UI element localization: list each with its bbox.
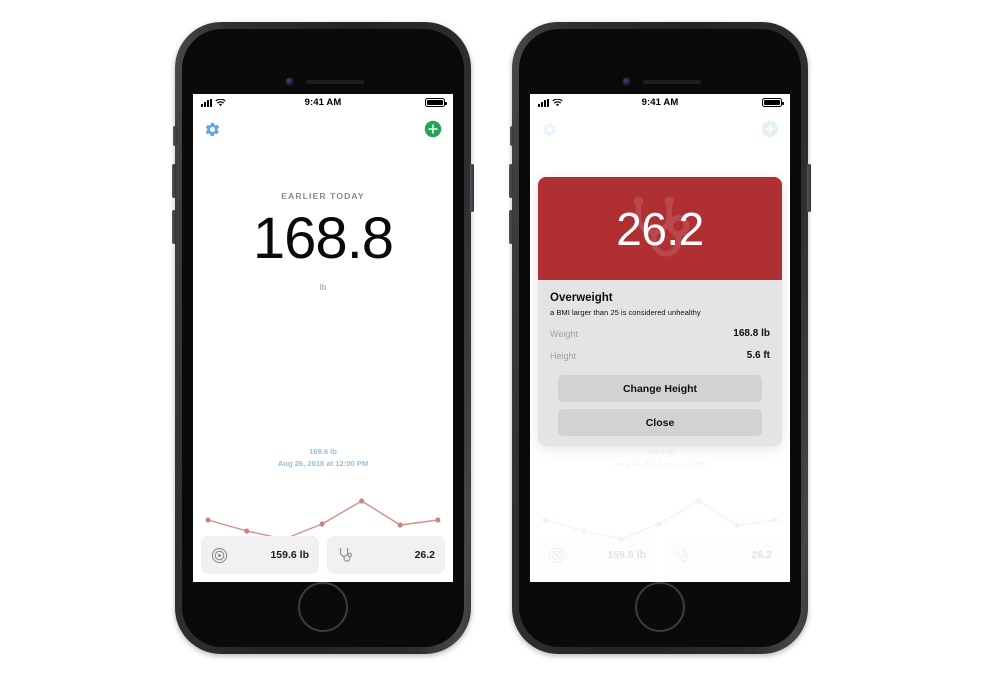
bmi-detail-modal: 26.2 Overweight a BMI larger than 25 is … xyxy=(538,177,782,446)
home-button[interactable] xyxy=(635,582,685,632)
height-row-value: 5.6 ft xyxy=(746,350,770,361)
weight-row-value: 168.8 lb xyxy=(733,328,770,339)
goal-weight-tab[interactable]: 159.6 lb xyxy=(538,536,656,574)
height-row: Height 5.6 ft xyxy=(550,339,770,361)
sparkline-point xyxy=(244,528,250,534)
gear-icon[interactable] xyxy=(204,121,221,138)
battery-full-icon xyxy=(762,97,784,108)
bmi-value: 26.2 xyxy=(414,549,435,561)
screenshot-stage: 9:41 AM EARLIER TODAY 168.8 lb 169.6 lb … xyxy=(0,0,1000,676)
sparkline-point xyxy=(734,522,740,528)
status-right xyxy=(762,97,784,108)
chart-annotation: 169.6 lb Aug 26, 2018 at 12:00 PM xyxy=(193,446,453,470)
volume-up-button[interactable] xyxy=(509,164,513,198)
volume-up-button[interactable] xyxy=(172,164,176,198)
plus-circle-icon[interactable] xyxy=(424,120,442,138)
battery-full-icon xyxy=(425,97,447,108)
status-bar-time: 9:41 AM xyxy=(641,97,679,108)
sparkline-path xyxy=(207,500,439,540)
bottom-tab-bar: 159.6 lb 26.2 xyxy=(201,536,445,574)
sparkline-point xyxy=(397,522,403,528)
chart-annotation-weight: 169.6 lb xyxy=(309,447,337,456)
front-camera-icon xyxy=(285,77,294,86)
home-button[interactable] xyxy=(298,582,348,632)
status-bar-time: 9:41 AM xyxy=(304,97,342,108)
sparkline-point xyxy=(772,517,778,523)
sparkline-point xyxy=(435,517,441,523)
bmi-tab[interactable]: 26.2 xyxy=(664,536,782,574)
change-height-button[interactable]: Change Height xyxy=(558,375,762,402)
gear-icon[interactable] xyxy=(541,121,558,138)
sparkline-point xyxy=(696,498,702,504)
close-button[interactable]: Close xyxy=(558,409,762,436)
status-bar: 9:41 AM xyxy=(530,94,790,111)
sparkline-point xyxy=(581,528,587,534)
bmi-modal-body: Overweight a BMI larger than 25 is consi… xyxy=(538,280,782,446)
sparkline-point xyxy=(359,498,365,504)
earpiece-speaker xyxy=(306,80,364,84)
height-row-label: Height xyxy=(550,350,577,361)
nav-row xyxy=(193,111,453,147)
goal-weight-tab[interactable]: 159.6 lb xyxy=(201,536,319,574)
bmi-tab[interactable]: 26.2 xyxy=(327,536,445,574)
phone-left: 9:41 AM EARLIER TODAY 168.8 lb 169.6 lb … xyxy=(172,22,474,654)
sparkline-point xyxy=(542,517,548,523)
earpiece-speaker xyxy=(643,80,701,84)
screen-left: 9:41 AM EARLIER TODAY 168.8 lb 169.6 lb … xyxy=(193,94,453,582)
front-camera-icon xyxy=(622,77,631,86)
power-button[interactable] xyxy=(807,164,811,212)
volume-down-button[interactable] xyxy=(509,210,513,244)
plus-circle-icon[interactable] xyxy=(761,120,779,138)
chart-annotation-timestamp: Aug 26, 2018 at 12:00 PM xyxy=(614,458,706,468)
goal-weight-value: 159.6 lb xyxy=(607,549,646,561)
weight-row: Weight 168.8 lb xyxy=(550,317,770,339)
weight-row-label: Weight xyxy=(550,328,578,339)
hero-weight-value: 168.8 xyxy=(252,206,394,271)
screen-right: 9:41 AM EARLIER TODAY 168.8 lb xyxy=(530,94,790,582)
bmi-modal-value: 26.2 xyxy=(616,202,704,255)
hero-weight-unit: lb xyxy=(319,281,327,292)
status-bar: 9:41 AM xyxy=(193,94,453,111)
bmi-category-subtitle: a BMI larger than 25 is considered unhea… xyxy=(550,308,701,317)
hero-label: EARLIER TODAY xyxy=(281,191,365,201)
bmi-category-title: Overweight xyxy=(550,292,613,304)
nav-row xyxy=(530,111,790,147)
stethoscope-icon xyxy=(676,547,690,562)
volume-down-button[interactable] xyxy=(172,210,176,244)
sparkline-point xyxy=(205,517,211,523)
mute-switch[interactable] xyxy=(173,126,177,146)
power-button[interactable] xyxy=(470,164,474,212)
bmi-value: 26.2 xyxy=(751,549,772,561)
mute-switch[interactable] xyxy=(510,126,514,146)
chart-annotation-weight: 169.6 lb xyxy=(646,447,674,456)
status-right xyxy=(425,97,447,108)
phone-right: 9:41 AM EARLIER TODAY 168.8 lb xyxy=(509,22,811,654)
sparkline-point xyxy=(319,521,325,527)
hero-weight-block: EARLIER TODAY 168.8 lb xyxy=(193,191,453,292)
goal-weight-value: 159.6 lb xyxy=(270,549,309,561)
sparkline-point xyxy=(656,521,662,527)
target-icon xyxy=(211,547,228,563)
chart-annotation: 169.6 lb Aug 26, 2018 at 12:00 PM xyxy=(530,446,790,470)
bottom-tab-bar: 159.6 lb 26.2 xyxy=(538,536,782,574)
stethoscope-icon xyxy=(339,547,353,562)
bmi-modal-header: 26.2 xyxy=(538,177,782,280)
chart-annotation-timestamp: Aug 26, 2018 at 12:00 PM xyxy=(277,458,369,468)
bmi-modal-actions: Change Height Close xyxy=(550,361,770,446)
sparkline-path xyxy=(544,500,776,540)
target-icon xyxy=(548,547,565,563)
